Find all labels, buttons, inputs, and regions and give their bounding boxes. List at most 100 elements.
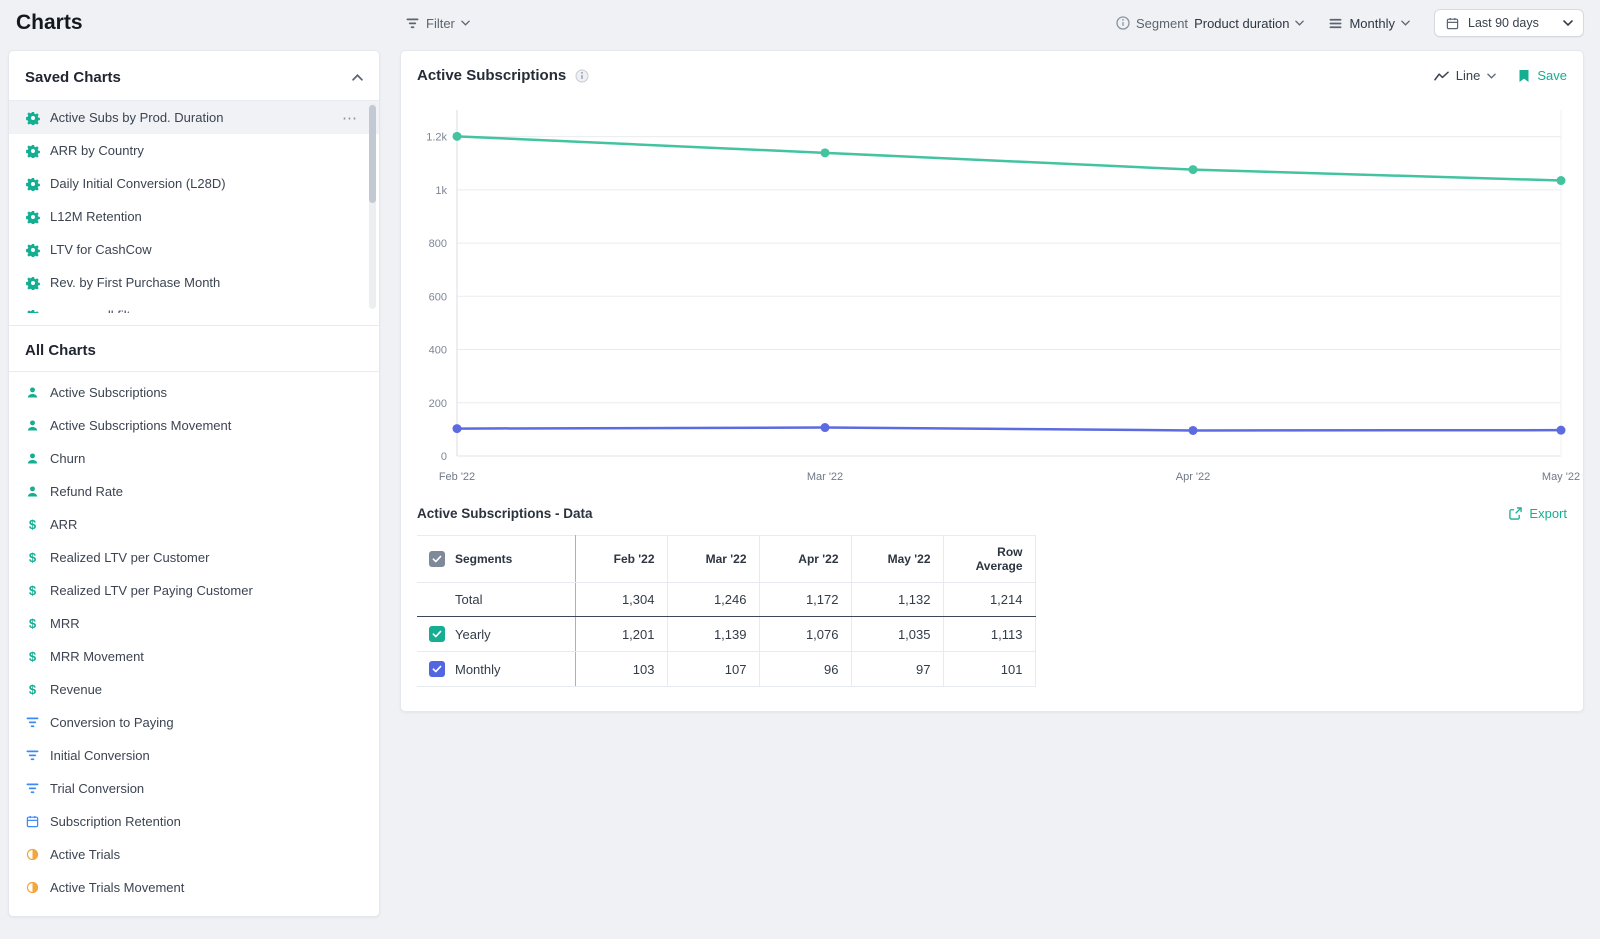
- filter-button[interactable]: Filter: [405, 16, 470, 31]
- gear-icon: [25, 243, 40, 257]
- segment-control[interactable]: Segment Product duration: [1115, 15, 1305, 31]
- all-chart-item[interactable]: Subscription Retention: [9, 805, 379, 838]
- info-icon[interactable]: [574, 69, 589, 83]
- all-chart-item[interactable]: $ Realized LTV per Paying Customer: [9, 574, 379, 607]
- all-chart-item[interactable]: $ ARR: [9, 508, 379, 541]
- user-icon: [25, 419, 40, 432]
- funnel-icon: [25, 717, 40, 728]
- all-chart-item[interactable]: Active Trials Movement: [9, 871, 379, 904]
- all-chart-item[interactable]: $ MRR: [9, 607, 379, 640]
- all-chart-item[interactable]: Initial Conversion: [9, 739, 379, 772]
- table-row: Total 1,304 1,246 1,172 1,132 1,214: [417, 582, 1036, 617]
- gear-icon: [25, 144, 40, 158]
- data-cell: 1,201: [574, 616, 668, 652]
- segment-label: Total: [455, 592, 483, 607]
- column-header: Feb '22: [574, 535, 668, 583]
- data-cell: 1,214: [942, 582, 1036, 617]
- data-cell: 103: [574, 651, 668, 687]
- saved-chart-item[interactable]: Daily Initial Conversion (L28D): [9, 167, 379, 200]
- chart-type-value: Line: [1455, 68, 1481, 83]
- column-header: Row Average: [942, 535, 1036, 583]
- data-section-header: Active Subscriptions - Data Export: [401, 490, 1583, 525]
- column-header: May '22: [850, 535, 944, 583]
- gear-icon: [25, 210, 40, 224]
- all-chart-item[interactable]: $ Revenue: [9, 673, 379, 706]
- chart-type-select[interactable]: Line: [1433, 68, 1497, 83]
- interval-control[interactable]: Monthly: [1328, 16, 1410, 31]
- charts-sidebar: Saved Charts Active Subs by Prod. Durati…: [8, 50, 380, 917]
- all-chart-item[interactable]: Refund Rate: [9, 475, 379, 508]
- data-cell: 97: [850, 651, 944, 687]
- table-row: Monthly 103 107 96 97 101: [417, 651, 1036, 687]
- svg-text:400: 400: [429, 345, 447, 357]
- item-overflow-menu[interactable]: ⋯: [342, 109, 357, 127]
- line-chart-icon: [1433, 71, 1449, 81]
- gear-icon: [25, 177, 40, 191]
- all-chart-item[interactable]: $ Realized LTV per Customer: [9, 541, 379, 574]
- user-icon: [25, 452, 40, 465]
- dollar-icon: $: [28, 583, 37, 598]
- chart-item-label: MRR Movement: [50, 649, 144, 664]
- saved-charts-title: Saved Charts: [25, 69, 121, 86]
- chart-item-label: Rev. by First Purchase Month: [50, 275, 221, 290]
- all-chart-item[interactable]: Active Subscriptions Movement: [9, 409, 379, 442]
- select-all-checkbox[interactable]: [429, 551, 445, 567]
- chevron-down-icon: [1295, 20, 1305, 26]
- date-range-select[interactable]: Last 90 days: [1434, 9, 1584, 37]
- data-cell: 1,172: [758, 582, 852, 617]
- all-charts-list: Active Subscriptions Active Subscriptions…: [9, 372, 379, 916]
- all-chart-item[interactable]: Churn: [9, 442, 379, 475]
- chart-item-label: ARR: [50, 517, 78, 532]
- saved-charts-list: Active Subs by Prod. Duration ⋯ ARR by Cou…: [9, 101, 379, 313]
- all-charts-title: All Charts: [25, 342, 96, 359]
- scrollbar-thumb[interactable]: [369, 105, 376, 203]
- chart-item-label: Active Trials Movement: [50, 880, 185, 895]
- save-button[interactable]: Save: [1516, 68, 1567, 83]
- funnel-icon: [25, 750, 40, 761]
- segment-checkbox[interactable]: [429, 661, 445, 677]
- saved-chart-item[interactable]: Rev. by First Purchase Month: [9, 266, 379, 299]
- data-cell: 1,113: [942, 616, 1036, 652]
- saved-chart-item[interactable]: revenue all filters: [9, 299, 379, 313]
- all-chart-item[interactable]: Active Trials: [9, 838, 379, 871]
- all-chart-item[interactable]: Conversion to Paying: [9, 706, 379, 739]
- segments-header-label: Segments: [455, 552, 513, 566]
- chart-item-label: Revenue: [50, 682, 103, 697]
- data-cell: 1,246: [666, 582, 760, 617]
- saved-chart-item[interactable]: L12M Retention: [9, 200, 379, 233]
- collapse-chevron-up-icon[interactable]: [352, 74, 363, 81]
- saved-chart-item[interactable]: ARR by Country: [9, 134, 379, 167]
- data-cell: 1,132: [850, 582, 944, 617]
- chart-item-label: MRR: [50, 616, 80, 631]
- segment-label: Segment: [1136, 15, 1189, 31]
- chart-item-label: revenue all filters: [50, 308, 148, 313]
- date-range-value: Last 90 days: [1468, 16, 1539, 30]
- info-icon: [1115, 16, 1130, 30]
- all-chart-item[interactable]: Active Subscriptions: [9, 376, 379, 409]
- chart-item-label: Realized LTV per Paying Customer: [50, 583, 253, 598]
- saved-chart-item[interactable]: Active Subs by Prod. Duration ⋯: [9, 101, 379, 134]
- chart-item-label: Refund Rate: [50, 484, 123, 499]
- chevron-down-icon: [1401, 20, 1410, 26]
- segment-checkbox[interactable]: [429, 626, 445, 642]
- all-chart-item[interactable]: Trial Conversion: [9, 772, 379, 805]
- export-button[interactable]: Export: [1508, 506, 1567, 521]
- data-cell: 1,035: [850, 616, 944, 652]
- column-header: Apr '22: [758, 535, 852, 583]
- data-cell: 1,076: [758, 616, 852, 652]
- column-header: Mar '22: [666, 535, 760, 583]
- data-cell: 107: [666, 651, 760, 687]
- chart-item-label: Active Subscriptions: [50, 385, 168, 400]
- svg-text:Apr '22: Apr '22: [1176, 471, 1211, 483]
- interval-lines-icon: [1328, 18, 1343, 29]
- svg-text:Mar '22: Mar '22: [807, 471, 843, 483]
- data-cell: 96: [758, 651, 852, 687]
- dollar-icon: $: [28, 517, 37, 532]
- segment-label: Yearly: [455, 626, 491, 642]
- chart-item-label: LTV for CashCow: [50, 242, 152, 257]
- saved-chart-item[interactable]: LTV for CashCow: [9, 233, 379, 266]
- svg-text:1k: 1k: [435, 185, 447, 197]
- save-icon: [1516, 69, 1531, 83]
- all-chart-item[interactable]: $ MRR Movement: [9, 640, 379, 673]
- column-header: Segments: [417, 535, 576, 583]
